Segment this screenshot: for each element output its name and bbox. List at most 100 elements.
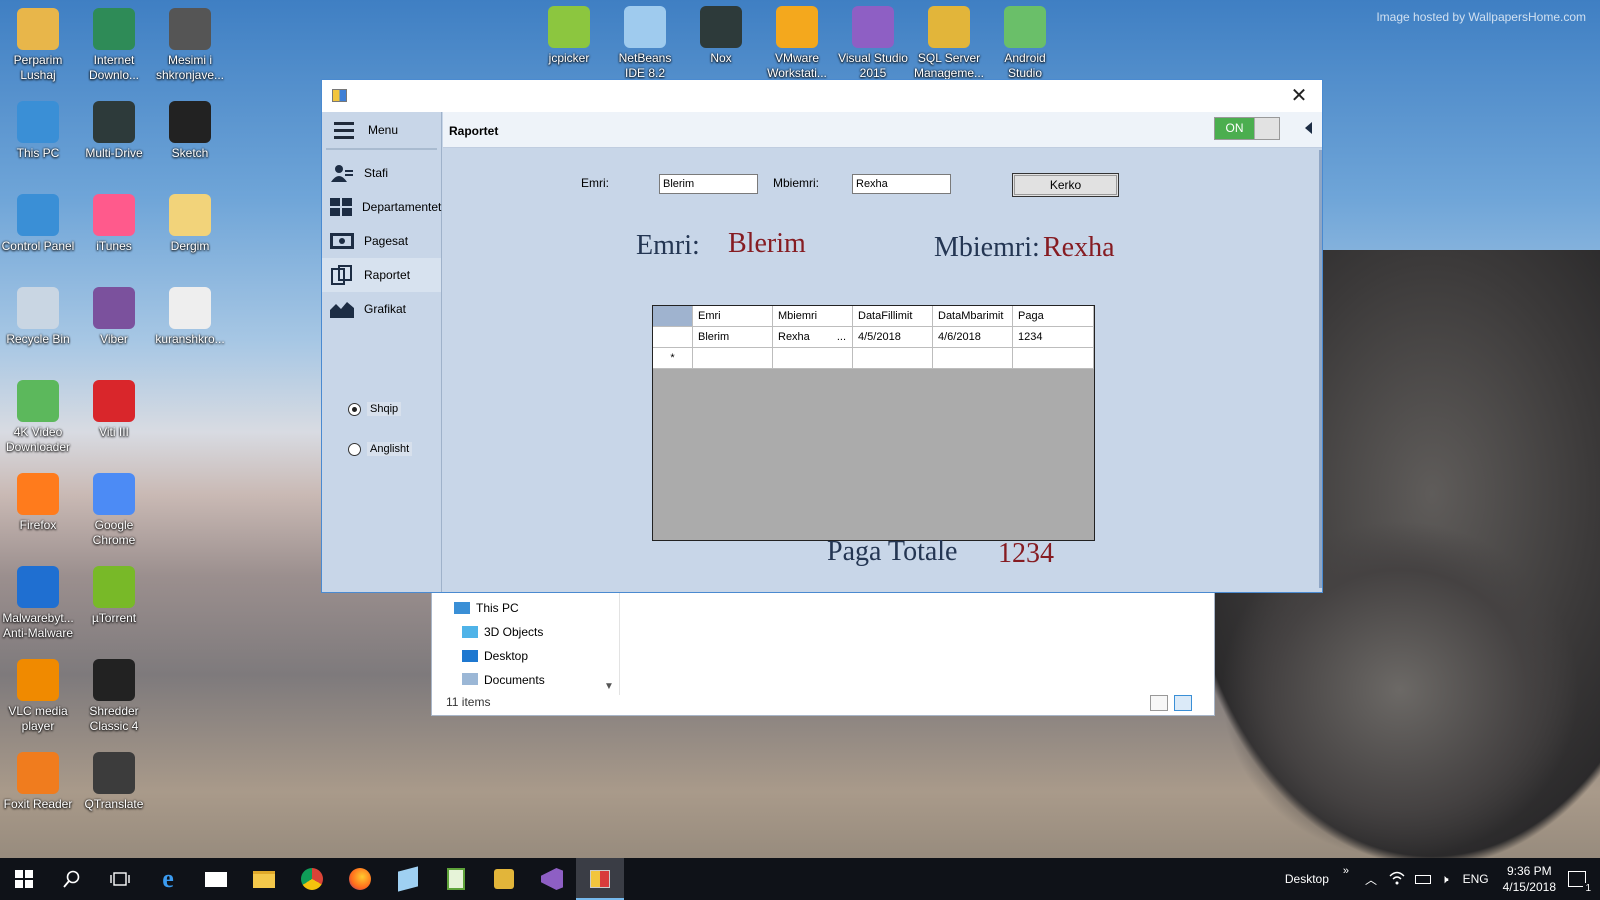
- desktop-icon[interactable]: Sketch: [152, 101, 228, 161]
- desktop-icon[interactable]: Firefox: [0, 473, 76, 533]
- desktop-icon[interactable]: Recycle Bin: [0, 287, 76, 347]
- table-row[interactable]: Blerim Rexha ... 4/5/2018 4/6/2018 1234: [653, 327, 1094, 348]
- taskbar-edge[interactable]: e: [144, 858, 192, 900]
- close-button[interactable]: ✕: [1276, 80, 1322, 112]
- desktop-toolbar-label[interactable]: Desktop: [1285, 872, 1329, 886]
- taskbar-visual-studio[interactable]: [528, 858, 576, 900]
- tree-item-this-pc[interactable]: This PC: [454, 601, 519, 615]
- new-cell-mbiemri[interactable]: [773, 348, 853, 369]
- taskbar-file-explorer[interactable]: [240, 858, 288, 900]
- taskbar-netbeans[interactable]: [384, 858, 432, 900]
- desktop-icon[interactable]: Perparim Lushaj: [0, 8, 76, 83]
- tree-item-3d-objects[interactable]: 3D Objects: [462, 625, 543, 639]
- toolbar-overflow[interactable]: »: [1343, 865, 1349, 877]
- wifi-icon[interactable]: [1389, 871, 1405, 888]
- desktop-icon[interactable]: VLC media player: [0, 659, 76, 734]
- explorer-nav-tree[interactable]: This PC 3D Objects Desktop Documents ▼: [432, 585, 620, 695]
- desktop-icon-label: VMware Workstati...: [767, 51, 827, 79]
- grid-select-all-corner[interactable]: [653, 306, 693, 327]
- radio-shqip-dot[interactable]: [348, 402, 361, 416]
- tree-item-documents[interactable]: Documents: [462, 673, 545, 685]
- taskbar-reports-app[interactable]: [576, 858, 624, 900]
- clock[interactable]: 9:36 PM 4/15/2018: [1503, 863, 1556, 895]
- sidebar-item-grafikat[interactable]: Grafikat: [322, 292, 441, 326]
- chevron-down-icon[interactable]: ▼: [604, 681, 614, 692]
- cell-datambarimit[interactable]: 4/6/2018: [933, 327, 1013, 348]
- start-button[interactable]: [0, 858, 48, 900]
- desktop-icon[interactable]: iTunes: [76, 194, 152, 254]
- desktop-icon[interactable]: Foxit Reader: [0, 752, 76, 812]
- radio-anglisht-dot[interactable]: [348, 442, 361, 456]
- desktop-icon[interactable]: jcpicker: [531, 6, 607, 79]
- desktop-icon-label: Malwarebyt... Anti-Malware: [2, 611, 74, 640]
- action-center-icon[interactable]: 1: [1568, 871, 1593, 894]
- new-row[interactable]: *: [653, 348, 1094, 369]
- column-header-paga[interactable]: Paga: [1013, 306, 1094, 327]
- desktop-icon[interactable]: Visual Studio 2015: [835, 6, 911, 79]
- desktop-icon[interactable]: Dergim: [152, 194, 228, 254]
- column-header-emri[interactable]: Emri: [693, 306, 773, 327]
- chevron-up-icon[interactable]: ︿: [1365, 871, 1377, 888]
- taskbar-chrome[interactable]: [288, 858, 336, 900]
- taskbar-notepad[interactable]: [432, 858, 480, 900]
- taskbar-mail[interactable]: [192, 858, 240, 900]
- sidebar-item-raportet[interactable]: Raportet: [322, 258, 441, 292]
- desktop-icon[interactable]: VMware Workstati...: [759, 6, 835, 79]
- sidebar-item-pagesat[interactable]: Pagesat: [322, 224, 441, 258]
- on-off-toggle[interactable]: ON: [1214, 117, 1280, 140]
- row-header[interactable]: [653, 327, 693, 348]
- file-explorer-window[interactable]: This PC 3D Objects Desktop Documents ▼ 1…: [431, 584, 1215, 716]
- input-language[interactable]: ENG: [1463, 872, 1489, 886]
- desktop-icon[interactable]: NetBeans IDE 8.2: [607, 6, 683, 79]
- new-cell-datambarimit[interactable]: [933, 348, 1013, 369]
- collapse-arrow-icon[interactable]: [1305, 122, 1312, 134]
- column-header-datafillimit[interactable]: DataFillimit: [853, 306, 933, 327]
- desktop-icon[interactable]: This PC: [0, 101, 76, 161]
- desktop-icon[interactable]: Google Chrome: [76, 473, 152, 548]
- taskbar-sql-server[interactable]: [480, 858, 528, 900]
- desktop-icon[interactable]: Nox: [683, 6, 759, 79]
- desktop-icon[interactable]: Mesimi i shkronjave...: [152, 8, 228, 83]
- desktop-icon[interactable]: Multi-Drive: [76, 101, 152, 161]
- desktop-icon[interactable]: 4K Video Downloader: [0, 380, 76, 455]
- large-icons-view-button[interactable]: [1174, 695, 1192, 711]
- mbiemri-input[interactable]: [852, 174, 951, 194]
- taskbar-firefox[interactable]: [336, 858, 384, 900]
- battery-icon[interactable]: [1415, 874, 1432, 884]
- title-bar[interactable]: ✕: [322, 80, 1322, 112]
- desktop-icon[interactable]: QTranslate: [76, 752, 152, 812]
- tree-item-desktop[interactable]: Desktop: [462, 649, 528, 663]
- cell-emri[interactable]: Blerim: [693, 327, 773, 348]
- desktop-icon[interactable]: Viti III: [76, 380, 152, 440]
- sidebar-item-stafi[interactable]: Stafi: [322, 156, 441, 190]
- results-grid[interactable]: Emri Mbiemri DataFillimit DataMbarimit P…: [652, 305, 1095, 541]
- search-button[interactable]: Kerko: [1012, 173, 1119, 197]
- desktop-icon[interactable]: Malwarebyt... Anti-Malware: [0, 566, 76, 641]
- desktop-icon[interactable]: µTorrent: [76, 566, 152, 626]
- desktop-icon[interactable]: kuranshkro...: [152, 287, 228, 347]
- task-view-button[interactable]: [96, 858, 144, 900]
- search-button[interactable]: [48, 858, 96, 900]
- radio-shqip[interactable]: Shqip: [348, 402, 402, 416]
- column-header-datambarimit[interactable]: DataMbarimit: [933, 306, 1013, 327]
- details-view-button[interactable]: [1150, 695, 1168, 711]
- desktop-icon[interactable]: Android Studio: [987, 6, 1063, 79]
- radio-anglisht[interactable]: Anglisht: [348, 442, 413, 456]
- cell-mbiemri[interactable]: Rexha ...: [773, 327, 853, 348]
- desktop-icon[interactable]: Control Panel: [0, 194, 76, 254]
- column-header-mbiemri[interactable]: Mbiemri: [773, 306, 853, 327]
- menu-toggle[interactable]: Menu: [326, 112, 437, 150]
- sidebar-item-departamentet[interactable]: Departamentet: [322, 190, 441, 224]
- cell-paga[interactable]: 1234: [1013, 327, 1094, 348]
- desktop-icon[interactable]: Viber: [76, 287, 152, 347]
- new-cell-emri[interactable]: [693, 348, 773, 369]
- desktop-icon[interactable]: Shredder Classic 4: [76, 659, 152, 734]
- desktop-icon[interactable]: Internet Downlo...: [76, 8, 152, 83]
- cell-datafillimit[interactable]: 4/5/2018: [853, 327, 933, 348]
- desktop-icon[interactable]: SQL Server Manageme...: [911, 6, 987, 79]
- new-cell-datafillimit[interactable]: [853, 348, 933, 369]
- new-cell-paga[interactable]: [1013, 348, 1094, 369]
- emri-input[interactable]: [659, 174, 758, 194]
- volume-muted-icon[interactable]: 🕨: [1441, 872, 1449, 887]
- panel-scrollbar[interactable]: [1319, 150, 1322, 588]
